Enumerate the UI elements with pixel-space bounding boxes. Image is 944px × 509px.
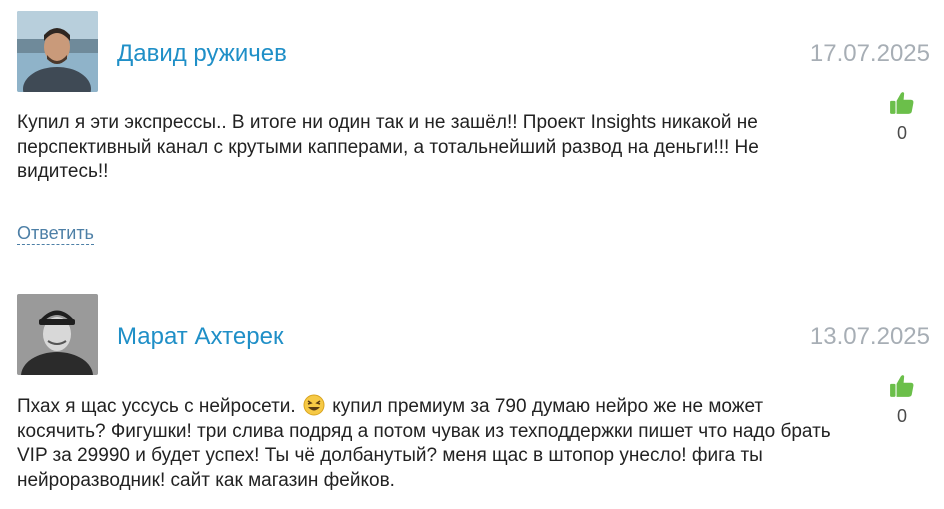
author-name[interactable]: Марат Ахтерек [117, 323, 283, 351]
comment-text: Пхах я щас уссусь с нейросети. купил пре… [17, 394, 847, 493]
thumbs-up-icon[interactable] [878, 373, 926, 399]
like-widget: 0 [878, 90, 926, 144]
comment-date: 13.07.2025 [809, 323, 930, 350]
thumbs-up-icon[interactable] [878, 90, 926, 116]
comment-text-part: Пхах я щас уссусь с нейросети. [17, 396, 296, 417]
avatar-image [17, 11, 98, 92]
like-widget: 0 [878, 373, 926, 427]
like-count: 0 [896, 406, 907, 426]
like-count: 0 [896, 123, 907, 143]
comment-date: 17.07.2025 [809, 40, 930, 67]
comment-text: Купил я эти экспрессы.. В итоге ни один … [17, 112, 759, 182]
avatar-image [17, 294, 98, 375]
avatar[interactable] [17, 294, 98, 375]
laughing-face-icon [303, 394, 325, 416]
author-name[interactable]: Давид ружичев [117, 40, 287, 68]
reply-link[interactable]: Ответить [17, 222, 94, 245]
avatar[interactable] [17, 11, 98, 92]
